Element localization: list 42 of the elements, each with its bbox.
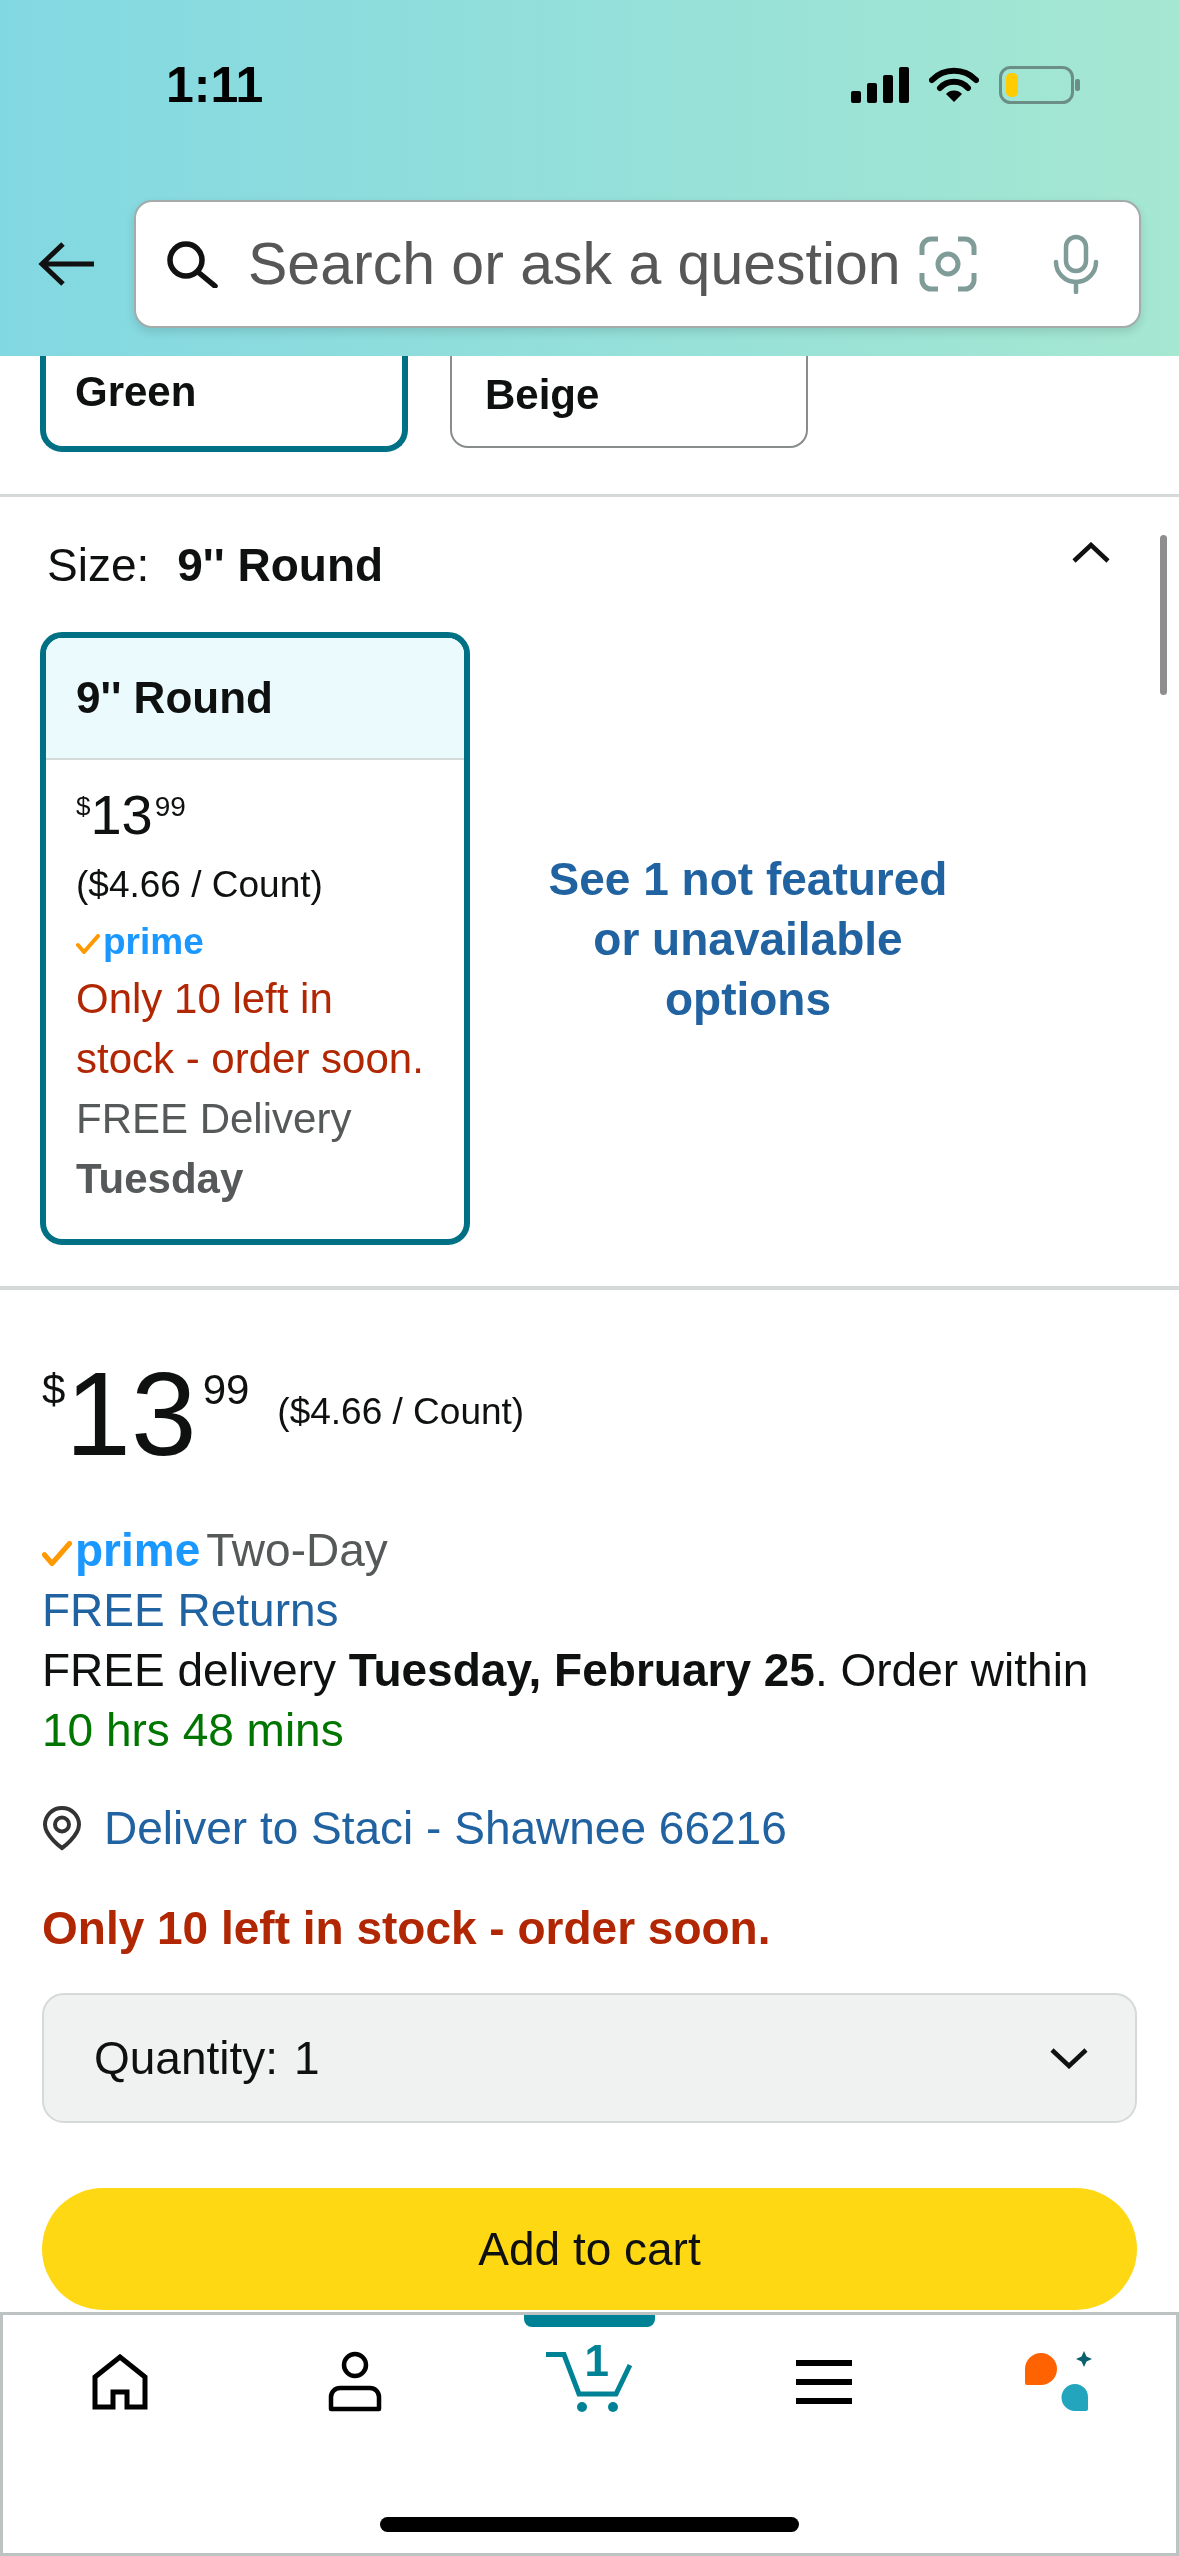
prime-label: prime: [75, 1523, 201, 1578]
add-to-cart-button[interactable]: Add to cart: [42, 2188, 1137, 2310]
back-icon: [38, 241, 96, 287]
battery-icon: [999, 66, 1081, 104]
prime-label: prime: [103, 920, 204, 964]
cart-tab[interactable]: 1: [472, 2315, 707, 2437]
free-returns-link[interactable]: FREE Returns: [42, 1580, 339, 1640]
size-label: Size:: [47, 538, 150, 593]
menu-icon: [796, 2360, 853, 2404]
person-icon: [326, 2351, 383, 2413]
search-icon: [166, 240, 218, 288]
search-input[interactable]: Search or ask a question: [248, 219, 908, 309]
cart-count: 1: [584, 2339, 609, 2383]
delivery-info: FREE delivery Tuesday, February 25. Order within: [42, 1643, 1089, 1698]
size-option-title: 9'' Round: [46, 638, 464, 760]
microphone-icon[interactable]: [1051, 234, 1101, 294]
location-pin-icon: [42, 1805, 82, 1851]
search-bar[interactable]: Search or ask a question: [134, 200, 1141, 328]
status-time: 1:11: [166, 60, 264, 110]
check-icon: [42, 1540, 72, 1566]
unavailable-options-link[interactable]: See 1 not featured or unavailable options: [538, 848, 958, 1029]
camera-search-icon[interactable]: [919, 236, 977, 292]
size-value: 9'' Round: [177, 538, 384, 593]
shipping-speed: Two-Day: [206, 1523, 388, 1578]
check-icon: [76, 934, 100, 954]
back-button[interactable]: [38, 241, 96, 287]
delivery-label: FREE Delivery: [76, 1094, 352, 1144]
wifi-icon: [929, 67, 979, 103]
stock-warning: Only 10 left in stock - order soon.: [42, 1901, 771, 1956]
deliver-to-link[interactable]: Deliver to Staci - Shawnee 66216: [104, 1798, 787, 1858]
color-option[interactable]: Beige: [450, 356, 808, 448]
chevron-down-icon[interactable]: [1049, 2047, 1089, 2069]
signal-icon: [851, 67, 909, 103]
color-option[interactable]: Green: [40, 356, 408, 452]
quantity-dropdown[interactable]: Quantity: 1: [42, 1993, 1137, 2123]
home-icon: [92, 2354, 149, 2410]
stock-warning: Only 10 left in stock - order soon.: [76, 974, 425, 1084]
collapse-icon[interactable]: [1071, 542, 1111, 564]
unit-price: ($4.66 / Count): [76, 863, 323, 907]
order-countdown: 10 hrs 48 mins: [42, 1703, 344, 1758]
unit-price: ($4.66 / Count): [277, 1390, 525, 1434]
delivery-day: Tuesday: [76, 1149, 244, 1209]
